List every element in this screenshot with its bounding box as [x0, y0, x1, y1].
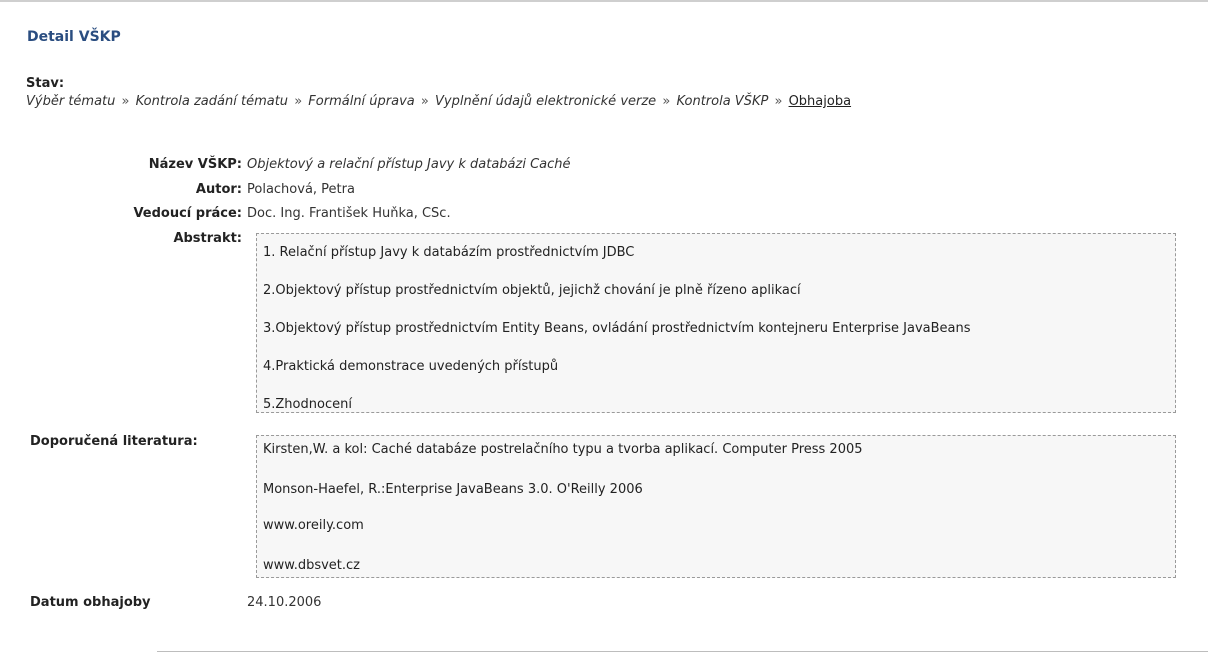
status-separator: » [121, 94, 130, 109]
literature-item: www.dbsvet.cz [263, 558, 361, 573]
abstract-item: 1. Relační přístup Javy k databázím pros… [263, 245, 635, 260]
abstract-item: 5.Zhodnocení [263, 397, 352, 412]
status-step: Kontrola zadání tématu [135, 94, 289, 109]
author-label: Autor: [195, 182, 242, 197]
supervisor-label: Vedoucí práce: [133, 206, 242, 221]
status-step: Formální úprava [308, 94, 415, 109]
literature-item: www.oreily.com [263, 518, 364, 533]
abstract-box: 1. Relační přístup Javy k databázím pros… [256, 233, 1176, 413]
literature-box: Kirsten,W. a kol: Caché databáze postrel… [256, 435, 1176, 578]
page-title: Detail VŠKP [27, 29, 121, 45]
status-separator: » [294, 94, 303, 109]
supervisor-value: Doc. Ing. František Huňka, CSc. [247, 206, 451, 221]
status-label: Stav: [26, 76, 65, 91]
status-step: Výběr tématu [26, 94, 116, 109]
status-step: Vyplnění údajů elektronické verze [435, 94, 657, 109]
author-value: Polachová, Petra [247, 182, 355, 197]
defense-date-label: Datum obhajoby [30, 595, 151, 610]
literature-item: Monson-Haefel, R.:Enterprise JavaBeans 3… [263, 482, 643, 497]
abstract-item: 3.Objektový přístup prostřednictvím Enti… [263, 321, 971, 336]
abstract-item: 4.Praktická demonstrace uvedených přístu… [263, 359, 559, 374]
status-breadcrumb: Výběr tématu » Kontrola zadání tématu » … [26, 94, 851, 109]
literature-label: Doporučená literatura: [30, 434, 198, 449]
abstract-item: 2.Objektový přístup prostřednictvím obje… [263, 283, 801, 298]
abstract-label: Abstrakt: [173, 231, 242, 246]
top-divider [0, 0, 1208, 2]
status-separator: » [662, 94, 671, 109]
status-separator: » [420, 94, 429, 109]
literature-item: Kirsten,W. a kol: Caché databáze postrel… [263, 442, 863, 457]
status-separator: » [774, 94, 783, 109]
defense-date-value: 24.10.2006 [247, 595, 322, 610]
thesis-title-value: Objektový a relační přístup Javy k datab… [247, 157, 571, 172]
status-current-step: Obhajoba [788, 94, 852, 109]
bottom-divider [157, 651, 1208, 652]
thesis-title-label: Název VŠKP: [148, 157, 242, 172]
status-step: Kontrola VŠKP [676, 94, 769, 109]
